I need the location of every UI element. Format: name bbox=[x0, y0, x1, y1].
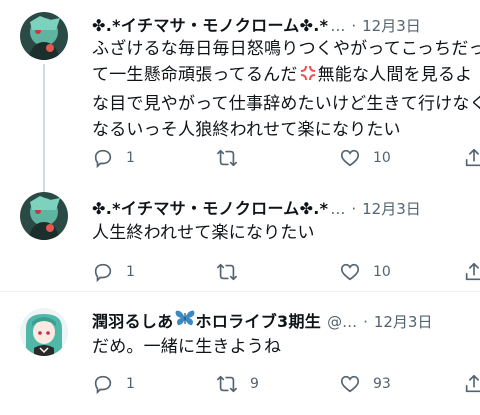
like-button[interactable]: 93 bbox=[339, 372, 391, 396]
heart-icon bbox=[340, 149, 360, 167]
separator-dot: · bbox=[363, 313, 368, 330]
share-button[interactable] bbox=[463, 146, 480, 170]
heart-icon bbox=[340, 375, 360, 393]
retweet-button[interactable] bbox=[216, 260, 250, 284]
avatar[interactable] bbox=[20, 12, 68, 60]
retweet-button[interactable]: 9 bbox=[216, 372, 259, 396]
tweet-line: なるいっそ人狼終われせて楽になりたい bbox=[92, 120, 401, 140]
separator-dot: · bbox=[351, 200, 357, 217]
retweet-button[interactable] bbox=[216, 146, 250, 170]
display-name-suffix[interactable]: ホロライブ3期生 bbox=[196, 308, 322, 330]
reply-count: 1 bbox=[126, 264, 135, 280]
share-button[interactable] bbox=[463, 260, 480, 284]
display-name[interactable]: ✤.*イチマサ・モノクローム✤.* bbox=[92, 12, 328, 34]
reply-icon bbox=[94, 263, 112, 283]
avatar[interactable] bbox=[20, 308, 68, 356]
like-button[interactable]: 10 bbox=[339, 146, 391, 170]
reply-button[interactable]: 1 bbox=[92, 372, 135, 396]
retweet-count: 9 bbox=[250, 376, 259, 392]
butterfly-icon bbox=[175, 309, 195, 330]
reply-icon bbox=[94, 149, 112, 169]
reply-count: 1 bbox=[126, 376, 135, 392]
like-count: 93 bbox=[373, 376, 391, 392]
tweet-line: な目で見やがって仕事辞めたいけど生きて行けなく bbox=[92, 94, 480, 114]
tweet-3[interactable]: 潤羽るしあ ホロライブ3期生 @… · 12月3日 だめ。一緒に生きようね 1 … bbox=[0, 292, 480, 415]
share-icon bbox=[465, 148, 480, 167]
handle[interactable]: … bbox=[330, 17, 345, 34]
tweet-text: 人生終われせて楽になりたい bbox=[92, 220, 480, 246]
separator-dot: · bbox=[351, 17, 357, 34]
tweet-line: て一生懸命頑張ってるんだ 無能な人間を見るよ bbox=[92, 62, 480, 91]
thread-connector bbox=[43, 64, 45, 194]
tweet-line: 人生終われせて楽になりたい bbox=[92, 223, 315, 243]
tweet-text: ふざけるな毎日毎日怒鳴りつくやがってこっちだっ て一生懸命頑張ってるんだ 無能な人… bbox=[92, 36, 480, 143]
retweet-icon bbox=[217, 263, 237, 281]
retweet-icon bbox=[217, 375, 237, 393]
like-button[interactable]: 10 bbox=[339, 260, 391, 284]
handle[interactable]: … bbox=[330, 200, 345, 217]
share-icon bbox=[465, 374, 480, 393]
tweet-header: ✤.*イチマサ・モノクローム✤.* … · 12月3日 bbox=[92, 12, 480, 34]
tweet-2[interactable]: ✤.*イチマサ・モノクローム✤.* … · 12月3日 人生終われせて楽になりた… bbox=[0, 190, 480, 290]
timestamp[interactable]: 12月3日 bbox=[374, 311, 433, 330]
tweet-actions: 1 10 bbox=[92, 146, 480, 170]
share-button[interactable] bbox=[463, 372, 480, 396]
tweet-line-part: て一生懸命頑張ってるんだ bbox=[92, 65, 298, 85]
anger-symbol-icon bbox=[298, 63, 318, 91]
display-name[interactable]: ✤.*イチマサ・モノクローム✤.* bbox=[92, 195, 328, 217]
avatar[interactable] bbox=[20, 192, 68, 240]
tweet-header: 潤羽るしあ ホロライブ3期生 @… · 12月3日 bbox=[92, 308, 480, 330]
tweet-actions: 1 10 bbox=[92, 260, 480, 284]
timestamp[interactable]: 12月3日 bbox=[362, 198, 421, 217]
display-name[interactable]: 潤羽るしあ bbox=[92, 308, 174, 330]
reply-icon bbox=[94, 375, 112, 395]
handle[interactable]: @… bbox=[327, 313, 357, 330]
tweet-text: だめ。一緒に生きようね bbox=[92, 334, 480, 360]
tweet-1[interactable]: ✤.*イチマサ・モノクローム✤.* … · 12月3日 ふざけるな毎日毎日怒鳴り… bbox=[0, 0, 480, 194]
reply-count: 1 bbox=[126, 150, 135, 166]
tweet-line: だめ。一緒に生きようね bbox=[92, 337, 282, 357]
like-count: 10 bbox=[373, 150, 391, 166]
reply-button[interactable]: 1 bbox=[92, 260, 135, 284]
retweet-icon bbox=[217, 149, 237, 167]
reply-button[interactable]: 1 bbox=[92, 146, 135, 170]
heart-icon bbox=[340, 263, 360, 281]
like-count: 10 bbox=[373, 264, 391, 280]
tweet-header: ✤.*イチマサ・モノクローム✤.* … · 12月3日 bbox=[92, 195, 480, 217]
tweet-actions: 1 9 93 bbox=[92, 372, 480, 396]
share-icon bbox=[465, 262, 480, 281]
timestamp[interactable]: 12月3日 bbox=[362, 15, 421, 34]
tweet-line: ふざけるな毎日毎日怒鳴りつくやがってこっちだっ bbox=[92, 39, 480, 59]
tweet-line-part: 無能な人間を見るよ bbox=[317, 65, 473, 85]
